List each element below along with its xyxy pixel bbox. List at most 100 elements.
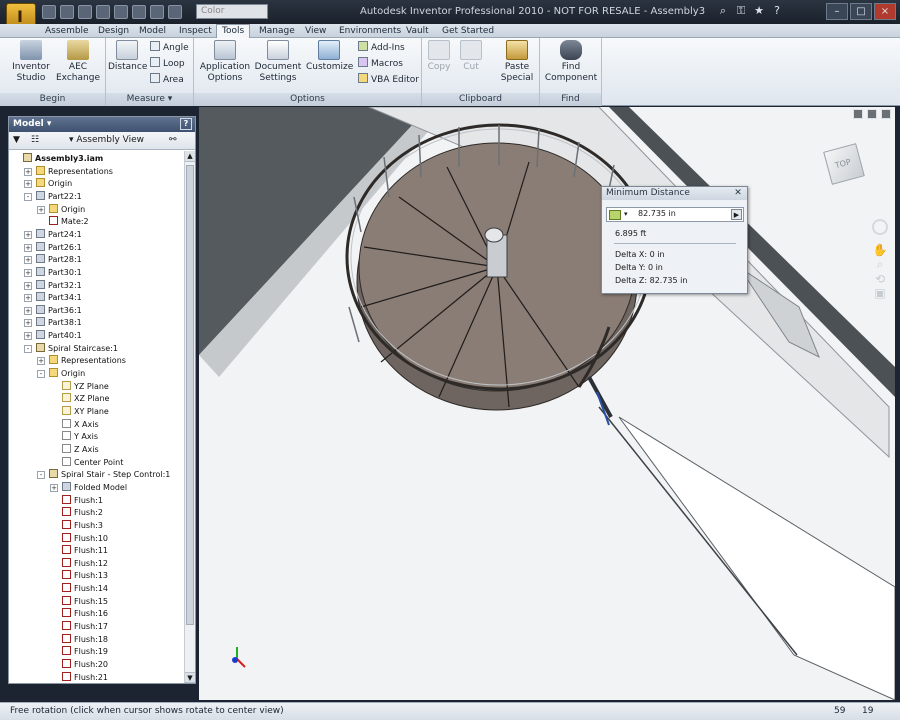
tree-node[interactable]: Representations [36, 165, 113, 178]
tree-node[interactable]: Flush:2 [62, 507, 103, 519]
tree-node[interactable]: Z Axis [62, 443, 99, 456]
maximize-button[interactable]: □ [850, 3, 872, 20]
tab-inspect[interactable]: Inspect [174, 25, 217, 38]
tab-tools[interactable]: Tools [216, 24, 251, 39]
dialog-title-bar[interactable]: Minimum Distance ✕ [602, 187, 747, 200]
tree-node[interactable]: Part24:1 [36, 228, 82, 241]
tree-node[interactable]: Part32:1 [36, 279, 82, 292]
tree-node[interactable]: Flush:21 [62, 671, 108, 683]
paste-special-button[interactable]: Paste Special [498, 40, 536, 84]
tree-node[interactable]: Spiral Stair - Step Control:1 [49, 469, 170, 481]
tree-node[interactable]: Part28:1 [36, 254, 82, 266]
find-in-browser-icon[interactable]: ⚯ [169, 135, 177, 145]
home-icon[interactable] [132, 5, 146, 19]
tree-node[interactable]: Flush:11 [62, 545, 108, 557]
cut-button[interactable]: Cut [458, 40, 484, 73]
update-icon[interactable] [168, 5, 182, 19]
help-icon[interactable]: ? [770, 4, 784, 18]
tree-expander[interactable]: + [50, 483, 58, 492]
close-button[interactable]: × [874, 3, 896, 20]
minimize-button[interactable]: – [826, 3, 848, 20]
hierarchy-icon[interactable]: ☷ [31, 135, 39, 145]
loop-button[interactable]: Loop [150, 57, 185, 71]
pan-icon[interactable]: ✋ [869, 243, 891, 257]
tree-expander[interactable]: + [37, 357, 45, 366]
tab-manage[interactable]: Manage [254, 25, 300, 38]
viewport-restore-icon[interactable] [867, 109, 877, 119]
tree-node[interactable]: Flush:15 [62, 595, 108, 608]
tree-node[interactable]: Part30:1 [36, 266, 82, 279]
tree-expander[interactable]: + [24, 243, 32, 252]
aec-exchange-button[interactable]: AEC Exchange [56, 40, 100, 84]
tree-node[interactable]: Part22:1 [36, 190, 82, 203]
customize-button[interactable]: Customize [306, 40, 353, 73]
macros-button[interactable]: Macros [358, 57, 403, 71]
tab-design[interactable]: Design [93, 25, 134, 38]
tree-node[interactable]: Flush:13 [62, 570, 108, 582]
tree-node[interactable]: Flush:12 [62, 557, 108, 570]
panel-title-measure[interactable]: Measure ▾ [106, 93, 193, 106]
add-ins-button[interactable]: Add-Ins [358, 41, 405, 55]
tree-expander[interactable]: - [37, 471, 45, 480]
tree-node[interactable]: Spiral Staircase:1 [36, 342, 118, 355]
tree-node[interactable]: XZ Plane [62, 393, 109, 405]
tree-node[interactable]: Flush:17 [62, 621, 108, 633]
tree-node[interactable]: Flush:14 [62, 583, 108, 595]
orbit-icon[interactable]: ⟲ [869, 272, 891, 286]
tree-node[interactable]: Part40:1 [36, 330, 82, 342]
tree-node[interactable]: XY Plane [62, 406, 109, 418]
viewport-minimize-icon[interactable] [853, 109, 863, 119]
tree-node[interactable]: Part38:1 [36, 317, 82, 329]
distance-value-field[interactable]: ▾ 82.735 in ▶ [606, 207, 744, 222]
tree-expander[interactable]: - [24, 344, 32, 353]
tab-model[interactable]: Model [134, 25, 171, 38]
area-button[interactable]: Area [150, 73, 184, 87]
tree-expander[interactable]: + [24, 319, 32, 328]
tree-expander[interactable]: + [37, 205, 45, 214]
search-icon[interactable]: ⌕ [716, 4, 730, 18]
chevron-right-icon[interactable]: ▶ [731, 209, 742, 220]
tree-node[interactable]: Origin [49, 368, 85, 380]
tree-node[interactable]: Part26:1 [36, 241, 82, 254]
steering-wheel-icon[interactable] [872, 219, 888, 235]
color-combo[interactable]: Color [196, 4, 268, 19]
copy-button[interactable]: Copy [426, 40, 452, 73]
measure-mode-icon[interactable] [609, 210, 621, 220]
browser-scrollbar[interactable]: ▲ ▼ [184, 151, 195, 683]
view-selector[interactable]: ▾ Assembly View [69, 135, 144, 145]
new-icon[interactable] [42, 5, 56, 19]
tree-node[interactable]: Flush:16 [62, 608, 108, 620]
find-component-button[interactable]: Find Component [544, 40, 598, 84]
tree-expander[interactable]: + [24, 281, 32, 290]
tab-environments[interactable]: Environments [334, 25, 406, 38]
tab-view[interactable]: View [300, 25, 331, 38]
subscription-icon[interactable]: ⚿ [734, 4, 748, 18]
tree-expander[interactable]: + [24, 167, 32, 176]
tab-get-started[interactable]: Get Started [437, 25, 499, 38]
tree-node[interactable]: Flush:10 [62, 532, 108, 545]
tab-vault[interactable]: Vault [401, 25, 434, 38]
tree-node[interactable]: Mate:2 [49, 216, 89, 228]
tree-expander[interactable]: + [24, 230, 32, 239]
tree-node[interactable]: Part36:1 [36, 304, 82, 317]
tree-node[interactable]: Part34:1 [36, 292, 82, 304]
vba-editor-button[interactable]: VBA Editor [358, 73, 419, 87]
filter-icon[interactable]: ▼ [13, 135, 20, 145]
tree-node[interactable]: X Axis [62, 418, 99, 431]
browser-header[interactable]: Model ▾ ? [9, 117, 195, 132]
tab-assemble[interactable]: Assemble [40, 25, 94, 38]
chevron-down-icon[interactable]: ▾ [624, 210, 628, 218]
tree-node[interactable]: Flush:20 [62, 659, 108, 671]
tree-node[interactable]: Representations [49, 355, 126, 367]
close-icon[interactable]: ✕ [733, 188, 743, 198]
tree-node[interactable]: Y Axis [62, 431, 98, 443]
tree-node[interactable]: YZ Plane [62, 380, 109, 393]
select-icon[interactable] [150, 5, 164, 19]
tree-expander[interactable]: + [24, 306, 32, 315]
scroll-up-icon[interactable]: ▲ [185, 151, 195, 162]
tree-node[interactable]: Assembly3.iam [23, 153, 103, 165]
browser-help-icon[interactable]: ? [180, 118, 192, 130]
look-at-icon[interactable]: ▣ [869, 286, 891, 300]
open-icon[interactable] [60, 5, 74, 19]
favorites-icon[interactable]: ★ [752, 4, 766, 18]
